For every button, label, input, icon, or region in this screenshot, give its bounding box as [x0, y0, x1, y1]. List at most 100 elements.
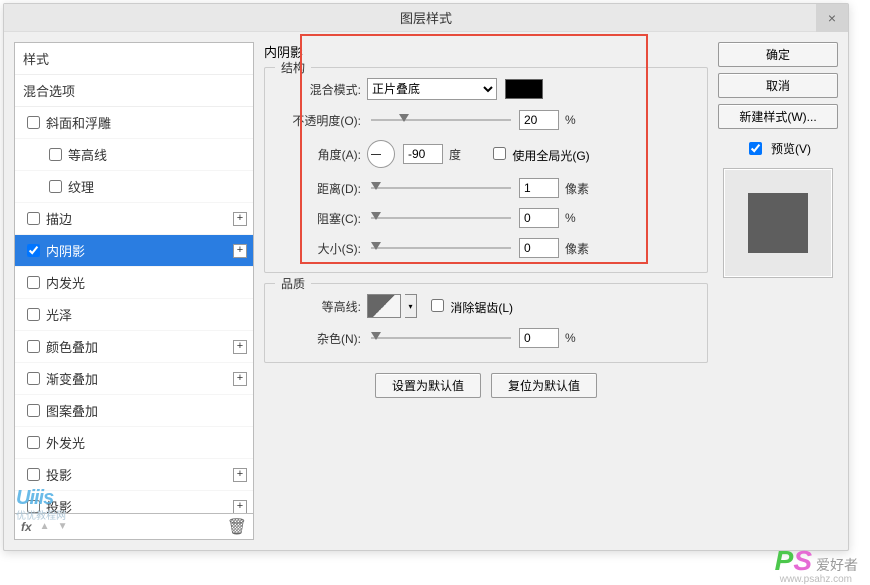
- style-item-checkbox[interactable]: [27, 212, 40, 225]
- main-panel: 内阴影 结构 混合模式: 正片叠底 不透明度(O): % 角度(A):: [264, 42, 708, 540]
- style-item-checkbox[interactable]: [27, 404, 40, 417]
- trash-icon[interactable]: 🗑: [227, 517, 247, 537]
- style-item[interactable]: 描边+: [15, 203, 253, 235]
- style-item-label: 光泽: [46, 305, 72, 324]
- close-button[interactable]: ×: [816, 4, 848, 32]
- style-list: 样式 混合选项 斜面和浮雕等高线纹理描边+ 内阴影 + 内发光光泽颜色叠加 + 渐变叠加 +…: [14, 42, 254, 514]
- style-item-checkbox[interactable]: [49, 148, 62, 161]
- style-item-checkbox[interactable]: [49, 180, 62, 193]
- arrow-up-icon[interactable]: ▲: [40, 521, 50, 532]
- blend-mode-label: 混合模式:: [277, 81, 367, 98]
- size-label: 大小(S):: [277, 240, 367, 257]
- style-item-label: 内阴影: [46, 241, 85, 260]
- contour-picker[interactable]: [367, 294, 401, 318]
- noise-row: 杂色(N): %: [277, 328, 695, 348]
- size-input[interactable]: [519, 238, 559, 258]
- style-item-checkbox[interactable]: [27, 372, 40, 385]
- style-item[interactable]: 内发光: [15, 267, 253, 299]
- style-item[interactable]: 光泽: [15, 299, 253, 331]
- distance-input[interactable]: [519, 178, 559, 198]
- style-item-checkbox[interactable]: [27, 244, 40, 257]
- style-item[interactable]: 斜面和浮雕: [15, 107, 253, 139]
- add-effect-icon[interactable]: +: [233, 244, 247, 258]
- size-row: 大小(S): 像素: [277, 238, 695, 258]
- angle-input[interactable]: [403, 144, 443, 164]
- size-slider[interactable]: [371, 239, 511, 257]
- style-item-label: 渐变叠加: [46, 369, 98, 388]
- antialias-checkbox[interactable]: [431, 299, 444, 312]
- angle-dial[interactable]: [367, 140, 395, 168]
- close-icon: ×: [828, 10, 836, 26]
- layer-style-dialog: 图层样式 × 样式 混合选项 斜面和浮雕等高线纹理描边+ 内阴影 + 内发光光泽颜色叠…: [3, 3, 849, 551]
- style-item[interactable]: 纹理: [15, 171, 253, 203]
- ok-button[interactable]: 确定: [718, 42, 838, 67]
- quality-fieldset: 品质 等高线: ▾ 消除锯齿(L) 杂色(N): %: [264, 283, 708, 363]
- blend-mode-select[interactable]: 正片叠底: [367, 78, 497, 100]
- opacity-input[interactable]: [519, 110, 559, 130]
- noise-label: 杂色(N):: [277, 330, 367, 347]
- style-item-label: 投影: [46, 465, 72, 484]
- choke-row: 阻塞(C): %: [277, 208, 695, 228]
- style-item[interactable]: 图案叠加: [15, 395, 253, 427]
- choke-label: 阻塞(C):: [277, 210, 367, 227]
- style-item[interactable]: 等高线: [15, 139, 253, 171]
- add-effect-icon[interactable]: +: [233, 212, 247, 226]
- style-item-label: 纹理: [68, 177, 94, 196]
- style-item[interactable]: 外发光: [15, 427, 253, 459]
- right-column: 确定 取消 新建样式(W)... 预览(V): [718, 42, 838, 540]
- color-swatch[interactable]: [505, 79, 543, 99]
- add-effect-icon[interactable]: +: [233, 372, 247, 386]
- contour-dropdown-icon[interactable]: ▾: [405, 294, 417, 318]
- titlebar: 图层样式 ×: [4, 4, 848, 32]
- structure-legend: 结构: [275, 59, 311, 76]
- choke-input[interactable]: [519, 208, 559, 228]
- style-item-label: 外发光: [46, 433, 85, 452]
- noise-input[interactable]: [519, 328, 559, 348]
- style-item-checkbox[interactable]: [27, 308, 40, 321]
- global-light-label[interactable]: 使用全局光(G): [489, 144, 590, 164]
- size-unit: 像素: [565, 240, 595, 257]
- style-item-checkbox[interactable]: [27, 436, 40, 449]
- opacity-slider[interactable]: [371, 111, 511, 129]
- angle-unit: 度: [449, 146, 479, 163]
- preview-label[interactable]: 预览(V): [718, 139, 838, 158]
- global-light-checkbox[interactable]: [493, 147, 506, 160]
- antialias-label[interactable]: 消除锯齿(L): [427, 296, 513, 316]
- angle-row: 角度(A): 度 使用全局光(G): [277, 140, 695, 168]
- noise-slider[interactable]: [371, 329, 511, 347]
- choke-slider[interactable]: [371, 209, 511, 227]
- style-item-checkbox[interactable]: [27, 340, 40, 353]
- style-item[interactable]: 颜色叠加 +: [15, 331, 253, 363]
- add-effect-icon[interactable]: +: [233, 340, 247, 354]
- distance-slider[interactable]: [371, 179, 511, 197]
- style-item-checkbox[interactable]: [27, 276, 40, 289]
- dialog-body: 样式 混合选项 斜面和浮雕等高线纹理描边+ 内阴影 + 内发光光泽颜色叠加 + 渐变叠加 +…: [4, 32, 848, 550]
- style-item-checkbox[interactable]: [27, 468, 40, 481]
- style-item-label: 图案叠加: [46, 401, 98, 420]
- new-style-button[interactable]: 新建样式(W)...: [718, 104, 838, 129]
- style-item-label: 内发光: [46, 273, 85, 292]
- sidebar-header-blending[interactable]: 混合选项: [15, 75, 253, 107]
- sidebar: 样式 混合选项 斜面和浮雕等高线纹理描边+ 内阴影 + 内发光光泽颜色叠加 + 渐变叠加 +…: [14, 42, 254, 540]
- add-effect-icon[interactable]: +: [233, 468, 247, 482]
- cancel-button[interactable]: 取消: [718, 73, 838, 98]
- style-item-checkbox[interactable]: [27, 116, 40, 129]
- arrow-down-icon[interactable]: ▼: [58, 521, 68, 532]
- preview-checkbox[interactable]: [749, 142, 762, 155]
- style-item[interactable]: 内阴影 +: [15, 235, 253, 267]
- style-item-label: 等高线: [68, 145, 107, 164]
- sidebar-header-styles[interactable]: 样式: [15, 43, 253, 75]
- contour-row: 等高线: ▾ 消除锯齿(L): [277, 294, 695, 318]
- reset-default-button[interactable]: 复位为默认值: [491, 373, 597, 398]
- distance-row: 距离(D): 像素: [277, 178, 695, 198]
- psahz-url: www.psahz.com: [780, 574, 852, 585]
- set-default-button[interactable]: 设置为默认值: [375, 373, 481, 398]
- contour-label: 等高线:: [277, 298, 367, 315]
- add-effect-icon[interactable]: +: [233, 500, 247, 514]
- blend-row: 混合模式: 正片叠底: [277, 78, 695, 100]
- style-item-label: 颜色叠加: [46, 337, 98, 356]
- style-item[interactable]: 渐变叠加 +: [15, 363, 253, 395]
- structure-fieldset: 结构 混合模式: 正片叠底 不透明度(O): % 角度(A): 度: [264, 67, 708, 273]
- quality-legend: 品质: [275, 275, 311, 292]
- opacity-unit: %: [565, 113, 595, 127]
